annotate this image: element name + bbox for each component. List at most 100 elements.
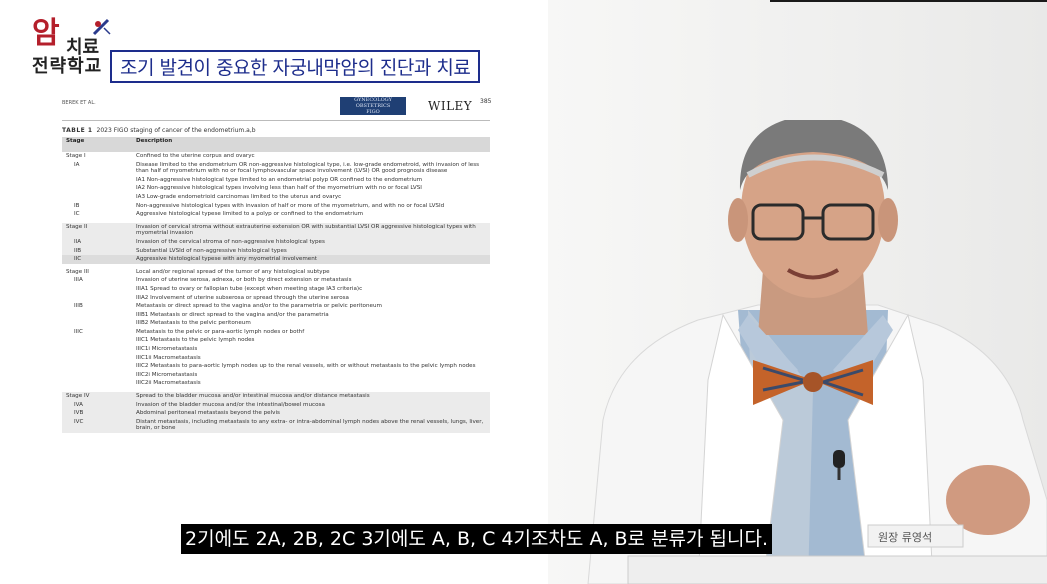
table-header-row: Stage Description: [62, 137, 490, 152]
cell-stage: IIB: [62, 246, 134, 256]
table-row: Stage II Invasion of cervical stroma with…: [62, 222, 490, 238]
cell-stage: [62, 336, 134, 345]
cell-stage: [62, 193, 134, 202]
doctor-figure: 원장 류영석: [587, 120, 1047, 584]
table-row: IIIB Metastasis or direct spread to the v…: [62, 302, 490, 311]
table-row: IIIA Invasion of uterine serosa, adnexa, …: [62, 276, 490, 285]
staging-table: Stage Description Stage I Confined to the…: [62, 137, 490, 433]
cell-description: IIIA1 Spread to ovary or fallopian tube …: [136, 285, 363, 292]
running-head: BEREK ET AL.: [62, 100, 96, 106]
table-row: IIIC Metastasis to the pelvic or para-aor…: [62, 328, 490, 337]
cell-stage: Stage I: [66, 153, 86, 159]
cell-stage: IIC: [62, 255, 134, 264]
table-row: IIIB1 Metastasis or direct spread to the…: [62, 311, 490, 320]
cell-stage: [62, 176, 134, 185]
document-page: BEREK ET AL. GYNECOLOGY OBSTETRICS FIGO …: [62, 96, 492, 433]
cell-description: Invasion of the bladder mucosa and/or th…: [134, 400, 490, 410]
cell-stage: [62, 319, 134, 328]
cell-stage: IVB: [62, 409, 134, 418]
cell-description: Non-aggressive histological types with i…: [136, 202, 445, 209]
logo-line2: 전략학교: [32, 56, 103, 77]
page-number: 385: [480, 98, 492, 105]
table-row: Stage IV Spread to the bladder mucosa and…: [62, 392, 490, 401]
cell-stage: IVC: [62, 417, 134, 433]
journal-line3: FIGO: [366, 109, 380, 115]
table-row: IA3 Low-grade endometrioid carcinomas li…: [62, 193, 490, 202]
cell-description: Substantial LVSId of non-aggressive hist…: [134, 246, 490, 256]
cell-stage: [62, 184, 134, 193]
cell-stage: [62, 362, 134, 371]
table-label: TABLE 1: [62, 127, 93, 134]
table-row: IB Non-aggressive histological types with…: [62, 202, 490, 211]
cell-description: Metastasis to the pelvic or para-aortic …: [136, 328, 305, 335]
journal-logo: GYNECOLOGY OBSTETRICS FIGO: [340, 97, 406, 115]
table-row: Stage III Local and/or regional spread of…: [62, 268, 490, 277]
cell-stage: IIIB: [74, 303, 83, 310]
cell-description: IIIC2ii Macrometastasis: [136, 380, 201, 387]
slide-panel: 암 치료 전략학교 조기 발견이 중요한 자궁내막암의 진단과 치료 BEREK…: [0, 0, 548, 584]
header-stage: Stage: [62, 137, 134, 152]
cell-description: Disease limited to the endometrium OR no…: [136, 161, 480, 175]
table-row: IIC Aggressive histological typese with a…: [62, 255, 490, 264]
cell-description: IIIB1 Metastasis or direct spread to the…: [136, 311, 329, 318]
table-row: IC Aggressive histological typese limited…: [62, 210, 490, 219]
table-row: IVC Distant metastasis, including metasta…: [62, 417, 490, 433]
table-row: IIA Invasion of the cervical stroma of no…: [62, 237, 490, 247]
cell-description: IA2 Non-aggressive histological types in…: [136, 185, 422, 192]
cell-stage: IC: [74, 211, 80, 218]
cell-stage: [62, 285, 134, 294]
table-row: IIIA2 Involvement of uterine subserosa o…: [62, 294, 490, 303]
cell-description: IIIC1ii Macrometastasis: [136, 354, 201, 361]
publisher-logo: WILEY: [428, 99, 473, 113]
cell-stage: Stage II: [62, 222, 134, 238]
cell-stage: [62, 311, 134, 320]
channel-logo: 암 치료 전략학교: [32, 16, 112, 80]
cell-description: IIIA2 Involvement of uterine subserosa o…: [136, 294, 349, 301]
cell-description: Aggressive histological typese with any …: [134, 255, 490, 264]
cell-stage: [62, 345, 134, 354]
cell-stage: [62, 379, 134, 388]
cell-description: IIIB2 Metastasis to the pelvic peritoneu…: [136, 320, 251, 327]
table-row: IIIC2ii Macrometastasis: [62, 379, 490, 388]
cell-description: Invasion of the cervical stroma of non-a…: [134, 237, 490, 247]
video-title-text: 조기 발견이 중요한 자궁내막암의 진단과 치료: [120, 57, 471, 79]
document-header: BEREK ET AL. GYNECOLOGY OBSTETRICS FIGO …: [62, 96, 492, 121]
table-row: IIIC2i Micrometastasis: [62, 371, 490, 380]
cell-stage: [62, 294, 134, 303]
video-title: 조기 발견이 중요한 자궁내막암의 진단과 치료: [110, 50, 481, 83]
cell-description: IIIC1 Metastasis to the pelvic lymph nod…: [136, 337, 255, 344]
name-tag: 원장 류영석: [878, 531, 932, 544]
table-caption-text: 2023 FIGO staging of cancer of the endom…: [96, 127, 256, 134]
table-row: IA1 Non-aggressive histological type lim…: [62, 176, 490, 185]
cell-description: Confined to the uterine corpus and ovary…: [136, 153, 255, 159]
cell-description: Metastasis or direct spread to the vagin…: [136, 303, 382, 310]
cell-stage: IA: [74, 161, 80, 168]
table-row: IIIC2 Metastasis to para-aortic lymph no…: [62, 362, 490, 371]
table-row: IIIC1 Metastasis to the pelvic lymph nod…: [62, 336, 490, 345]
table-row: IIB Substantial LVSId of non-aggressive h…: [62, 246, 490, 256]
logo-line1: 치료: [66, 37, 100, 58]
cell-description: Invasion of cervical stroma without extr…: [134, 222, 490, 238]
syringe-icon: [92, 18, 111, 36]
table-row: IA Disease limited to the endometrium OR …: [62, 161, 490, 176]
table-row: IIIB2 Metastasis to the pelvic peritoneu…: [62, 319, 490, 328]
cell-stage: Stage III: [66, 268, 89, 275]
cell-description: Invasion of uterine serosa, adnexa, or b…: [136, 277, 352, 284]
cell-description: Local and/or regional spread of the tumo…: [136, 268, 330, 275]
table-row: Stage I Confined to the uterine corpus an…: [62, 152, 490, 161]
cell-stage: IVA: [62, 400, 134, 410]
cell-stage: Stage IV: [62, 392, 134, 401]
cell-description: IIIC1i Micrometastasis: [136, 346, 198, 353]
cell-stage: IIIA: [74, 277, 83, 284]
table-row: IA2 Non-aggressive histological types in…: [62, 184, 490, 193]
cell-description: IIIC2 Metastasis to para-aortic lymph no…: [136, 363, 476, 370]
cell-stage: IIA: [62, 237, 134, 247]
cell-description: Abdominal peritoneal metastasis beyond t…: [134, 409, 490, 418]
table-row: IIIA1 Spread to ovary or fallopian tube …: [62, 285, 490, 294]
cell-description: IIIC2i Micrometastasis: [136, 371, 198, 378]
table-row: IIIC1i Micrometastasis: [62, 345, 490, 354]
cell-stage: IIIC: [74, 328, 83, 335]
logo-big-char: 암: [32, 16, 60, 51]
table-caption: TABLE 1 2023 FIGO staging of cancer of th…: [62, 125, 490, 137]
cell-description: Aggressive histological typese limited t…: [136, 211, 364, 218]
